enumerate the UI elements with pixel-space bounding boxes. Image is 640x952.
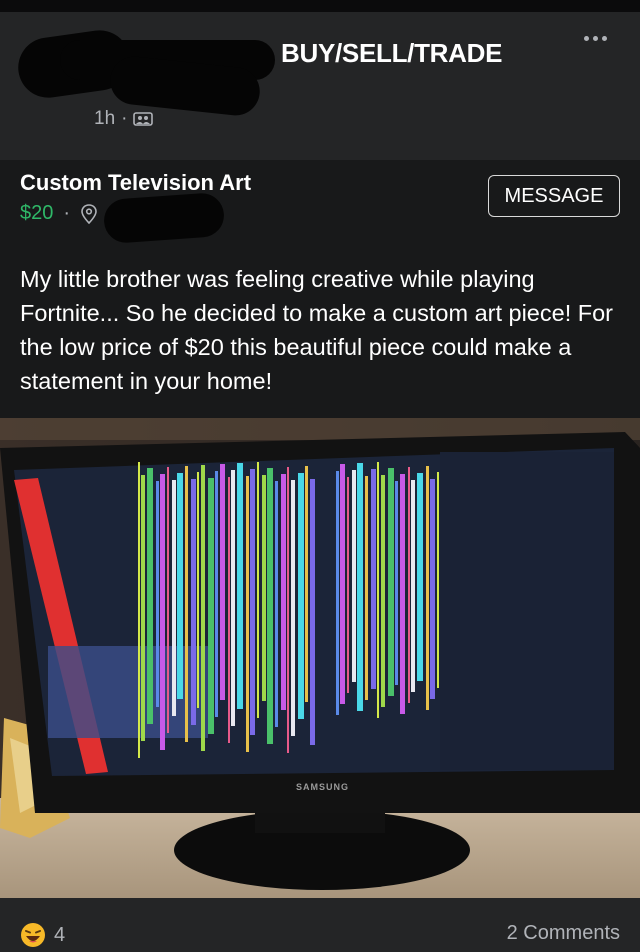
tv-brand-label: SAMSUNG [296,782,350,792]
glitch-stripe [352,470,356,682]
glitch-stripe [147,468,153,724]
glitch-stripe [357,463,363,711]
glitch-stripe [246,476,249,752]
post-body: My little brother was feeling creative w… [20,266,614,394]
reactions[interactable]: 4 [20,922,65,948]
glitch-stripe [141,475,145,741]
glitch-stripe [160,474,165,750]
glitch-stripe [365,476,368,700]
glitch-stripe [305,466,308,702]
location-pin-icon [81,203,97,224]
glitch-stripe [138,462,140,758]
glitch-stripe [408,467,410,703]
glitch-stripe [172,480,176,716]
glitch-stripe [298,473,304,719]
message-button[interactable]: MESSAGE [488,175,620,217]
post-header [0,12,640,160]
glitch-stripe [220,464,225,700]
glitch-stripe [197,472,199,708]
price-separator: · [63,202,71,224]
glitch-stripe [287,467,289,753]
glitch-stripe [275,481,278,727]
glitch-stripe [201,465,205,751]
more-options-icon[interactable] [584,36,614,50]
glitch-stripe [310,479,315,745]
glitch-stripe [177,473,183,699]
glitch-stripe [411,480,415,692]
glitch-stripe [185,466,188,742]
glitch-stripe [281,474,286,710]
post-time[interactable]: 1h [94,108,115,130]
glitch-stripe [191,479,196,725]
glitch-stripe [291,480,295,736]
glitch-stripe [377,462,379,718]
glitch-stripe [430,479,435,699]
glitch-stripe [400,474,405,714]
price-row: $20 · [20,202,98,225]
status-strip [0,0,640,12]
tv-glitch-stripes [138,462,439,758]
glitch-stripe [262,475,266,701]
glitch-stripe [340,464,345,704]
glitch-stripe [371,469,376,689]
listing-price: $20 [20,202,54,224]
glitch-stripe [347,477,349,693]
glitch-stripe [388,468,394,696]
glitch-stripe [395,481,398,685]
glitch-stripe [250,469,255,735]
glitch-stripe [167,467,169,733]
group-audience-icon [133,112,154,126]
post-meta: 1h · [94,108,154,130]
glitch-stripe [381,475,385,707]
glitch-stripe [267,468,273,744]
glitch-stripe [156,481,159,707]
glitch-stripe [426,466,429,710]
listing-title: Custom Television Art [20,170,252,195]
glitch-stripe [437,472,439,688]
group-name-link[interactable]: BUY/SELL/TRADE [281,38,502,69]
comments-link[interactable]: 2 Comments [507,922,620,945]
glitch-stripe [228,477,230,743]
glitch-stripe [417,473,423,681]
reaction-count: 4 [54,923,66,946]
glitch-stripe [208,478,214,734]
laughing-emoji-icon [21,923,45,947]
glitch-stripe [336,471,339,715]
meta-separator: · [121,108,128,129]
glitch-stripe [257,462,259,718]
glitch-stripe [237,463,243,709]
listing-photo[interactable]: SAMSUNG [0,418,640,898]
glitch-stripe [231,470,235,726]
glitch-stripe [215,471,218,717]
redacted-location [102,191,226,245]
